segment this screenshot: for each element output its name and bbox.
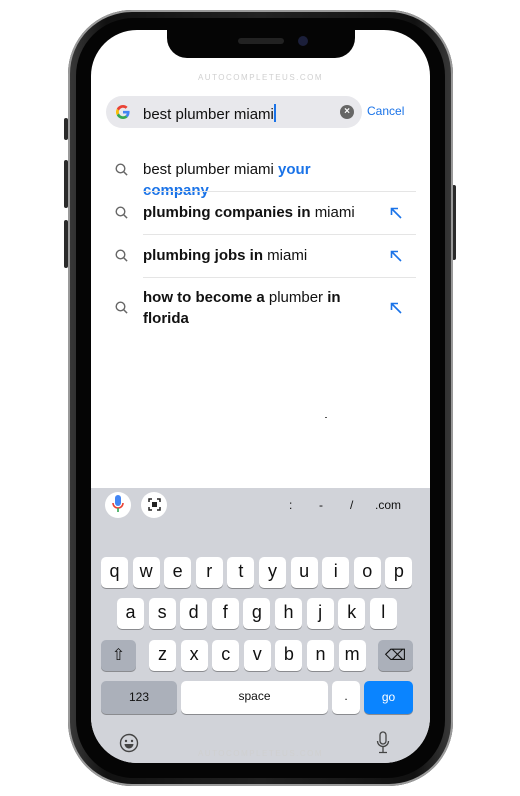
key-p[interactable]: p bbox=[385, 557, 413, 588]
fill-query-arrow-icon[interactable] bbox=[390, 302, 402, 314]
go-key[interactable]: go bbox=[364, 681, 413, 714]
search-input[interactable]: best plumber miami × bbox=[106, 96, 362, 128]
key-k[interactable]: k bbox=[338, 598, 366, 629]
fill-query-arrow-icon[interactable] bbox=[390, 250, 402, 262]
numbers-key[interactable]: 123 bbox=[101, 681, 177, 714]
suggestion-item[interactable]: how to become a plumber in florida bbox=[91, 277, 430, 339]
shortcut-dotcom[interactable]: .com bbox=[375, 498, 401, 512]
key-h[interactable]: h bbox=[275, 598, 302, 629]
search-icon bbox=[115, 162, 128, 176]
suggestion-item[interactable]: plumbing jobs in miami bbox=[91, 234, 430, 277]
key-e[interactable]: e bbox=[164, 557, 192, 588]
suggestion-item[interactable]: plumbing companies in miami bbox=[91, 191, 430, 234]
suggestion-text-part: miami bbox=[267, 246, 308, 264]
suggestion-text: plumbing companies in miami bbox=[143, 202, 378, 223]
watermark-bottom: AUTOCOMPLETEUS.COM bbox=[197, 749, 324, 758]
camera bbox=[298, 36, 308, 46]
key-c[interactable]: c bbox=[212, 640, 240, 671]
suggestion-text-part: plumbing jobs in bbox=[143, 246, 268, 264]
suggestion-text-part: plumber bbox=[268, 289, 328, 306]
key-o[interactable]: o bbox=[353, 557, 381, 588]
suggestion-text-part: miami bbox=[314, 203, 355, 221]
suggestion-text-part: best plumber miami bbox=[143, 160, 279, 178]
suggestion-text: plumbing jobs in miami bbox=[143, 245, 378, 266]
key-s[interactable]: s bbox=[148, 598, 176, 629]
key-x[interactable]: x bbox=[180, 640, 208, 671]
key-l[interactable]: l bbox=[369, 598, 397, 629]
key-t[interactable]: t bbox=[227, 557, 255, 588]
google-logo-icon bbox=[116, 105, 130, 119]
shift-key[interactable]: ⇧ bbox=[101, 640, 136, 671]
key-f[interactable]: f bbox=[211, 598, 239, 629]
key-g[interactable]: g bbox=[243, 598, 271, 629]
key-q[interactable]: q bbox=[101, 557, 128, 588]
watermark: AUTOCOMPLETEUS.COM bbox=[197, 73, 324, 82]
shortcut-dash[interactable]: - bbox=[319, 498, 323, 512]
backspace-icon: ⌫ bbox=[384, 647, 407, 664]
search-icon bbox=[115, 248, 128, 262]
key-m[interactable]: m bbox=[338, 640, 366, 671]
search-icon bbox=[115, 301, 128, 314]
speaker bbox=[238, 38, 284, 44]
text-caret bbox=[273, 104, 276, 122]
period-key[interactable]: . bbox=[332, 681, 360, 714]
search-icon bbox=[115, 205, 128, 219]
shortcut-colon[interactable]: : bbox=[289, 498, 292, 512]
key-d[interactable]: d bbox=[180, 598, 208, 629]
dot bbox=[325, 417, 327, 418]
notch bbox=[167, 30, 355, 58]
suggestion-item[interactable]: best plumber miami your company bbox=[91, 148, 430, 199]
key-a[interactable]: a bbox=[117, 598, 144, 629]
voice-search-icon[interactable] bbox=[105, 492, 131, 518]
fill-query-arrow-icon[interactable] bbox=[390, 207, 402, 219]
key-z[interactable]: z bbox=[149, 640, 176, 671]
key-u[interactable]: u bbox=[290, 557, 318, 588]
cancel-button[interactable]: Cancel bbox=[367, 104, 404, 118]
suggestion-text-part: how to become a bbox=[143, 289, 269, 306]
key-v[interactable]: v bbox=[243, 640, 271, 671]
shortcut-slash[interactable]: / bbox=[350, 498, 353, 512]
key-r[interactable]: r bbox=[195, 557, 223, 588]
key-w[interactable]: w bbox=[132, 557, 160, 588]
backspace-key[interactable]: ⌫ bbox=[378, 640, 413, 671]
key-i[interactable]: i bbox=[322, 557, 350, 588]
suggestion-text: how to become a plumber in florida bbox=[143, 287, 378, 329]
key-y[interactable]: y bbox=[259, 557, 286, 588]
key-b[interactable]: b bbox=[275, 640, 303, 671]
search-query: best plumber miami bbox=[143, 104, 276, 123]
key-j[interactable]: j bbox=[306, 598, 334, 629]
phone-screen: AUTOCOMPLETEUS.COM best plumber miami × … bbox=[91, 30, 430, 763]
clear-icon[interactable]: × bbox=[340, 105, 354, 119]
shift-icon: ⇧ bbox=[111, 647, 126, 664]
lens-scan-icon[interactable] bbox=[141, 492, 167, 518]
keyboard: : - / .com qwertyuiopasdfghjklzxcvbnm ⇧ … bbox=[91, 488, 430, 763]
key-n[interactable]: n bbox=[307, 640, 334, 671]
space-key[interactable]: space bbox=[181, 681, 328, 714]
suggestion-text-part: plumbing companies in bbox=[143, 203, 315, 221]
